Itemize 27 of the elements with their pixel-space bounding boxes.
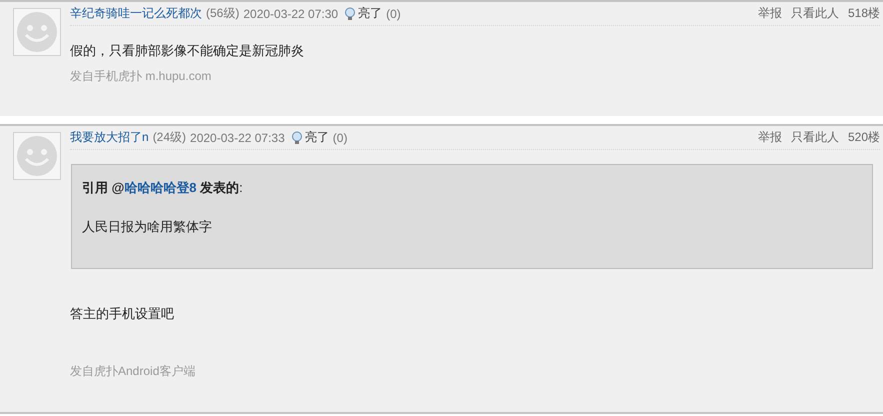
user-level: (56级) — [206, 5, 240, 22]
username-link[interactable]: 辛纪奇骑哇一记么死都次 — [70, 5, 202, 22]
light-count: (0) — [332, 130, 348, 144]
avatar-icon — [13, 132, 61, 180]
floor-number: 518楼 — [848, 5, 880, 22]
post-source: 发自虎扑Android客户端 — [70, 363, 196, 380]
lightbulb-icon — [344, 6, 356, 20]
report-link[interactable]: 举报 — [758, 129, 782, 146]
report-link[interactable]: 举报 — [758, 5, 782, 22]
quote-text: 人民日报为啥用繁体字 — [82, 218, 213, 236]
post-time: 2020-03-22 07:30 — [243, 6, 338, 20]
lightbulb-icon — [290, 130, 303, 144]
username-link[interactable]: 我要放大招了n — [70, 129, 149, 146]
user-level: (24级) — [152, 129, 186, 146]
quoted-user-link[interactable]: 哈哈哈哈登8 — [124, 180, 197, 195]
post-time: 2020-03-22 07:33 — [190, 130, 285, 144]
quote-header: 引用 @哈哈哈哈登8 发表的: — [82, 179, 244, 197]
light-button[interactable]: 亮了 — [304, 129, 329, 146]
only-author-link[interactable]: 只看此人 — [790, 5, 839, 22]
avatar-icon — [13, 8, 61, 56]
light-button[interactable]: 亮了 — [358, 5, 382, 22]
post-source: 发自手机虎扑 m.hupu.com — [70, 68, 212, 85]
light-count: (0) — [386, 6, 401, 20]
only-author-link[interactable]: 只看此人 — [790, 129, 839, 146]
post-body: 假的，只看肺部影像不能确定是新冠肺炎 — [70, 42, 305, 60]
post-body: 答主的手机设置吧 — [70, 305, 175, 323]
floor-number: 520楼 — [848, 129, 880, 146]
